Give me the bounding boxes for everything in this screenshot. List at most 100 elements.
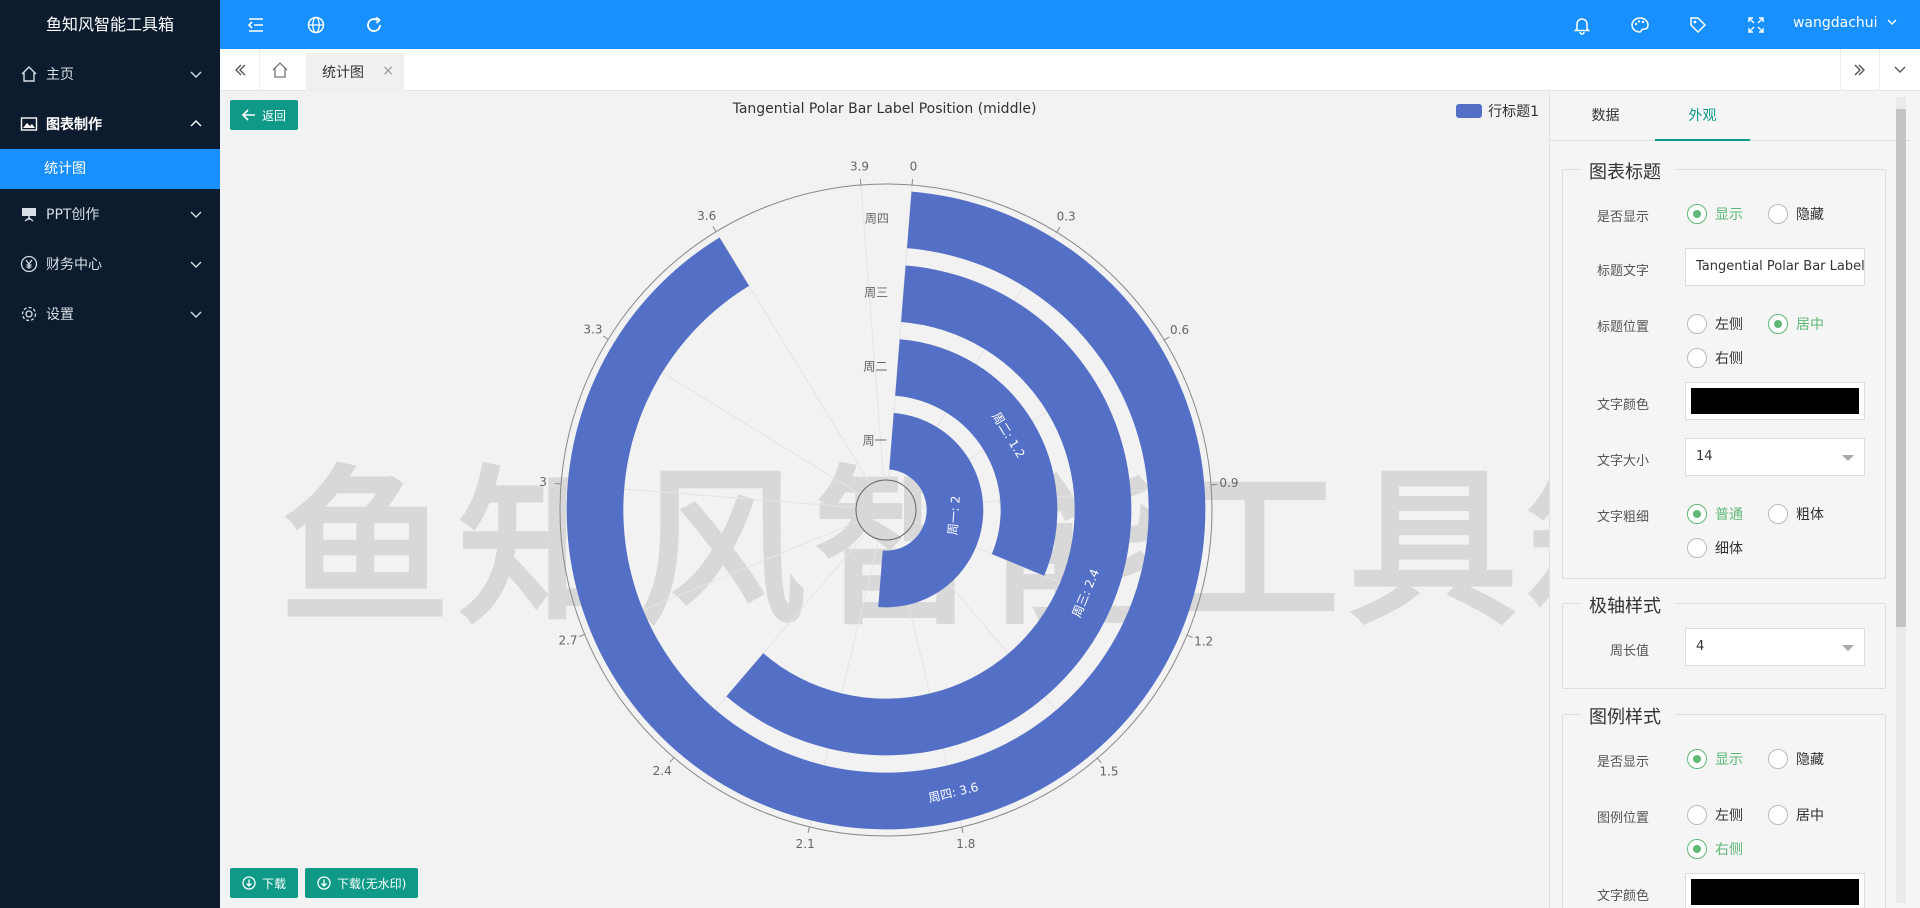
sidebar-subitem-statistics[interactable]: 统计图 (0, 149, 220, 189)
color-swatch (1691, 388, 1859, 414)
sidebar-item-charts[interactable]: 图表制作 (0, 99, 220, 149)
home-icon (18, 63, 40, 85)
inner-axis-circle (855, 479, 917, 541)
tab-appearance[interactable]: 外观 (1655, 91, 1750, 141)
polar-bar-1 (878, 412, 984, 608)
title-size-select[interactable]: 14 (1685, 438, 1865, 476)
legend-pos-left-radio[interactable]: 左侧 (1687, 805, 1743, 825)
tabs-scroll-left-icon[interactable] (220, 49, 260, 91)
title-color-picker[interactable] (1685, 382, 1865, 420)
angle-tick-label: 3 (539, 475, 547, 489)
angle-tick-label: 0.3 (1057, 209, 1076, 223)
color-swatch (1691, 879, 1859, 905)
refresh-icon[interactable] (362, 13, 386, 37)
radius-tick-label: 周四 (865, 212, 889, 226)
palette-icon[interactable] (1628, 13, 1652, 37)
close-icon[interactable]: × (382, 63, 394, 79)
angle-tick (961, 826, 964, 834)
title-pos-right-radio[interactable]: 右侧 (1687, 348, 1743, 368)
top-bar: wangdachui (220, 0, 1920, 49)
angle-tick-label: 0.9 (1219, 476, 1238, 490)
field-label: 图例位置 (1596, 811, 1649, 826)
legend-pos-center-radio[interactable]: 居中 (1768, 805, 1824, 825)
tab-statistics[interactable]: 统计图 × (306, 53, 404, 91)
radius-tick-label: 周一 (863, 434, 887, 448)
legend-hide-radio[interactable]: 隐藏 (1768, 749, 1824, 769)
gear-icon (18, 303, 40, 325)
radius-tick-label: 周二 (863, 360, 887, 374)
angle-tick (1163, 336, 1170, 341)
settings-panel: 数据 外观 图表标题 是否显示 显示 隐藏 标题文字 Tangential Po… (1549, 91, 1920, 908)
download-no-watermark-button[interactable]: 下载(无水印) (305, 868, 419, 898)
tab-data[interactable]: 数据 (1558, 91, 1653, 141)
angle-tick-label: 1.2 (1194, 635, 1213, 649)
title-pos-left-radio[interactable]: 左侧 (1687, 314, 1743, 334)
title-weight-light-radio[interactable]: 细体 (1687, 538, 1743, 558)
title-hide-radio[interactable]: 隐藏 (1768, 204, 1824, 224)
angle-tick-label: 0.6 (1170, 323, 1189, 337)
chevron-up-icon (190, 120, 202, 127)
user-menu[interactable]: wangdachui (1793, 15, 1898, 31)
download-label: 下载 (262, 876, 287, 891)
sidebar-item-label: PPT创作 (46, 207, 100, 223)
chart-canvas-area: 鱼知风智能工具箱 返回 Tangential Polar Bar Label P… (220, 91, 1549, 908)
panel-scrollbar[interactable] (1896, 97, 1906, 903)
angle-tick (712, 226, 717, 233)
angle-tick-label: 2.4 (653, 764, 672, 778)
title-text-input[interactable]: Tangential Polar Bar Label (1685, 248, 1865, 286)
title-show-radio[interactable]: 显示 (1687, 204, 1743, 224)
field-label: 文字颜色 (1596, 398, 1649, 413)
angle-tick (602, 335, 609, 340)
chevron-down-icon (190, 211, 202, 218)
download-button[interactable]: 下载 (230, 868, 299, 898)
scrollbar-thumb[interactable] (1896, 109, 1906, 627)
app-logo-title: 鱼知风智能工具箱 (0, 0, 220, 49)
sidebar-item-home[interactable]: 主页 (0, 49, 220, 99)
angle-tick-label: 3.3 (583, 322, 602, 336)
legend-settings-group: 图例样式 是否显示 显示 隐藏 图例位置 左侧 居中 右侧 文字颜色 (1562, 703, 1886, 908)
fullscreen-icon[interactable] (1744, 13, 1768, 37)
sidebar-item-settings[interactable]: 设置 (0, 289, 220, 339)
tab-label: 统计图 (322, 65, 364, 81)
tabs-dropdown-icon[interactable] (1880, 49, 1920, 91)
sidebar-item-label: 财务中心 (46, 257, 102, 273)
angle-tick (807, 826, 810, 833)
angle-tick (669, 757, 675, 763)
title-weight-normal-radio[interactable]: 普通 (1687, 504, 1743, 524)
title-weight-bold-radio[interactable]: 粗体 (1768, 504, 1824, 524)
polar-bar-chart: 周一: 2周一 周二: 1.2周二周三: 2.4周三周四: 3.6周四00.30.… (539, 160, 1238, 852)
field-label: 标题文字 (1596, 264, 1649, 279)
legend-pos-right-radio[interactable]: 右侧 (1687, 839, 1743, 859)
angle-tick-label: 0 (910, 160, 918, 174)
globe-icon[interactable] (304, 13, 328, 37)
legend-color-picker[interactable] (1685, 873, 1865, 908)
bell-icon[interactable] (1570, 13, 1594, 37)
title-pos-center-radio[interactable]: 居中 (1768, 314, 1824, 334)
field-label: 是否显示 (1596, 755, 1649, 770)
download-icon (242, 876, 256, 890)
circumference-select[interactable]: 4 (1685, 628, 1865, 666)
angle-tick (578, 633, 585, 638)
menu-fold-icon[interactable] (244, 13, 268, 37)
username: wangdachui (1792, 15, 1878, 31)
download-icon (317, 876, 331, 890)
chevron-down-icon (190, 71, 202, 78)
field-label: 文字大小 (1596, 454, 1649, 469)
sidebar-item-ppt[interactable]: PPT创作 (0, 189, 220, 239)
sidebar-item-finance[interactable]: 财务中心 (0, 239, 220, 289)
radius-tick-label: 周三 (864, 286, 888, 300)
angle-tick (1186, 634, 1193, 638)
field-label: 周长值 (1609, 644, 1649, 659)
section-heading: 图表标题 (1581, 158, 1675, 184)
tabs-scroll-right-icon[interactable] (1840, 49, 1880, 91)
angle-tick-label: 2.1 (796, 837, 815, 851)
tag-icon[interactable] (1686, 13, 1710, 37)
legend-show-radio[interactable]: 显示 (1687, 749, 1743, 769)
title-settings-group: 图表标题 是否显示 显示 隐藏 标题文字 Tangential Polar Ba… (1562, 158, 1886, 579)
chevron-down-icon (1887, 19, 1897, 25)
sidebar-item-label: 图表制作 (46, 117, 102, 133)
angle-tick-label: 3.9 (850, 160, 869, 174)
home-tab-icon[interactable] (260, 49, 300, 91)
angle-tick (1096, 757, 1102, 764)
chevron-down-icon (190, 261, 202, 268)
